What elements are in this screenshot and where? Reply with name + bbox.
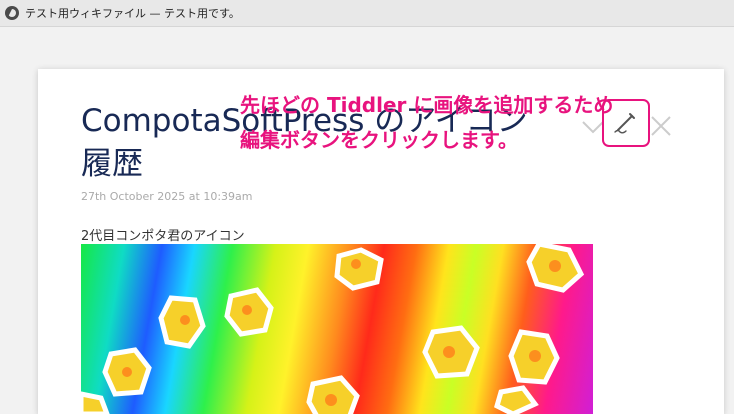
corn-kernel-pattern (81, 244, 585, 414)
globe-icon (5, 6, 19, 20)
tiddler-date: 27th October 2025 at 10:39am (81, 190, 253, 203)
tiddler-image (81, 244, 593, 414)
annotation-callout: 先ほどの Tiddler に画像を追加するため 編集ボタンをクリックします。 (240, 88, 680, 158)
annotation-line-1: 先ほどの Tiddler に画像を追加するため (240, 93, 614, 117)
window-title: テスト用ウィキファイル — テスト用です。 (25, 7, 240, 20)
window-titlebar: テスト用ウィキファイル — テスト用です。 (0, 0, 734, 27)
annotation-line-2: 編集ボタンをクリックします。 (240, 128, 518, 152)
image-caption: 2代目コンポタ君のアイコン (81, 229, 245, 244)
